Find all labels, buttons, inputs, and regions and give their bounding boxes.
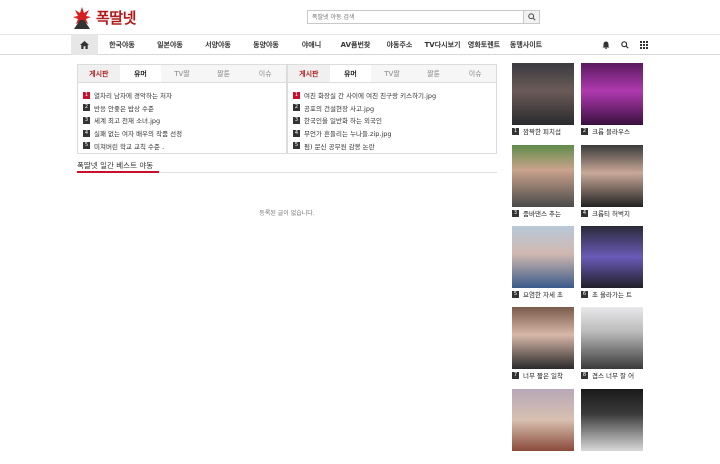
tab-issue[interactable]: 이슈 xyxy=(454,65,496,82)
search-input[interactable] xyxy=(307,10,523,24)
thumbnail-image xyxy=(512,63,574,125)
tab-issue[interactable]: 이슈 xyxy=(244,65,286,82)
thumbnail-card[interactable]: 1 깜짝한 피치섭 xyxy=(512,63,574,138)
rank-badge: 3 xyxy=(83,116,90,124)
list-item[interactable]: 4 무언가 흔들리는 누나들.zip.jpg xyxy=(293,127,491,140)
rank-badge: 5 xyxy=(83,142,90,150)
search-icon[interactable] xyxy=(621,41,629,49)
search-bar xyxy=(307,10,540,24)
nav-item-anime[interactable]: 야애니 xyxy=(290,35,333,55)
volcano-logo-icon xyxy=(72,5,92,29)
title-underline xyxy=(77,171,159,173)
tab-board-label[interactable]: 게시판 xyxy=(288,65,330,82)
thumbnail-card[interactable]: 2 크롭 블라우스 xyxy=(581,63,643,138)
thumbnail-image xyxy=(512,226,574,288)
nav-item-address[interactable]: 야동주소 xyxy=(378,35,421,55)
list-item[interactable]: 1 열차리 남자에 경악하는 처자 xyxy=(83,89,281,102)
list-item[interactable]: 2 공포의 건설현장 사고.jpg xyxy=(293,102,491,115)
list-item[interactable]: 5 펌) 문신 공무원 감봉 논란 xyxy=(293,139,491,152)
nav-item-japanese[interactable]: 일본야동 xyxy=(146,35,194,55)
thumbnail-card[interactable]: 8 겹스 너무 잘 어 xyxy=(581,307,643,382)
tab-board-label[interactable]: 게시판 xyxy=(78,65,120,82)
thumbnail-image xyxy=(581,389,643,451)
rank-badge: 2 xyxy=(83,104,90,112)
empty-message: 등록된 글이 없습니다. xyxy=(259,210,315,217)
tab-tv[interactable]: TV짤 xyxy=(161,65,203,82)
tab-toon[interactable]: 짤툰 xyxy=(203,65,245,82)
board-tabbox-right: 게시판 유머 TV짤 짤툰 이슈 1 여친 화장실 간 사이에 여친 친구랑 키스… xyxy=(287,64,497,154)
rank-badge: 4 xyxy=(293,129,300,137)
thumbnail-image xyxy=(512,145,574,207)
nav-menu: 한국야동 일본야동 서양야동 동양야동 야애니 AV품번찾 야동주소 TV다시보… xyxy=(98,35,548,55)
thumbnail-card[interactable]: 4 크롭티 허벅지 xyxy=(581,145,643,220)
nav-item-korean[interactable]: 한국야동 xyxy=(98,35,146,55)
nav-item-torrent[interactable]: 영화토렌트 xyxy=(464,35,504,55)
list-item[interactable]: 1 여친 화장실 간 사이에 여친 친구랑 키스하기.jpg xyxy=(293,89,491,102)
rank-badge: 2 xyxy=(293,104,300,112)
tab-bar: 게시판 유머 TV짤 짤툰 이슈 xyxy=(78,65,286,83)
home-button[interactable] xyxy=(71,35,98,55)
site-logo[interactable]: 폭딸넷 xyxy=(72,4,136,30)
nav-item-av-search[interactable]: AV품번찾 xyxy=(333,35,378,55)
thumbnail-image xyxy=(512,389,574,451)
home-icon xyxy=(80,41,89,49)
list-item[interactable]: 3 한국인을 일반화 하는 외국인 xyxy=(293,114,491,127)
list-item[interactable]: 5 미쳐버린 학교 교칙 수준 . xyxy=(83,139,281,152)
search-icon xyxy=(527,13,536,21)
nav-item-tv[interactable]: TV다시보기 xyxy=(421,35,464,55)
nav-tools xyxy=(602,35,648,55)
tab-toon[interactable]: 짤툰 xyxy=(413,65,455,82)
nav-item-partners[interactable]: 동맹사이트 xyxy=(504,35,548,55)
thumbnail-image xyxy=(581,145,643,207)
thumbnail-card[interactable]: 3 줌바댄스 추는 xyxy=(512,145,574,220)
thumbnail-image xyxy=(581,226,643,288)
list-item[interactable]: 3 세계 최고 천재 소녀.jpg xyxy=(83,114,281,127)
rank-badge: 3 xyxy=(293,116,300,124)
logo-text: 폭딸넷 xyxy=(96,8,136,27)
best-section-title: 폭딸넷 일간 베스트 야동 xyxy=(77,161,154,170)
tab-humor[interactable]: 유머 xyxy=(119,65,162,82)
search-button[interactable] xyxy=(523,10,540,24)
main-nav: 한국야동 일본야동 서양야동 동양야동 야애니 AV품번찾 야동주소 TV다시보… xyxy=(0,34,720,55)
grid-menu-icon[interactable] xyxy=(640,41,648,49)
rank-badge: 1 xyxy=(83,91,90,99)
thumbnail-card[interactable]: 5 요염한 자세 초 xyxy=(512,226,574,301)
rank-badge: 5 xyxy=(293,142,300,150)
thumbnail-image xyxy=(581,63,643,125)
board-tabbox-left: 게시판 유머 TV짤 짤툰 이슈 1 열차리 남자에 경악하는 처자 2 반응 안좋… xyxy=(77,64,287,154)
thumbnail-card[interactable]: 7 너무 짧은 일착 xyxy=(512,307,574,382)
nav-item-asian[interactable]: 동양야동 xyxy=(242,35,290,55)
post-list: 1 열차리 남자에 경악하는 처자 2 반응 안좋은 밥상 수준 3 세계 최고 천재… xyxy=(78,83,286,152)
thumbnail-image xyxy=(581,307,643,369)
list-item[interactable]: 4 실패 없는 여자 배우의 작품 선정 xyxy=(83,127,281,140)
thumbnail-card[interactable] xyxy=(581,389,643,464)
thumbnail-card[interactable] xyxy=(512,389,574,464)
post-list: 1 여친 화장실 간 사이에 여친 친구랑 키스하기.jpg 2 공포의 건설현장 … xyxy=(288,83,496,152)
bell-icon[interactable] xyxy=(602,41,610,49)
header: 폭딸넷 xyxy=(0,0,720,34)
thumbnail-card[interactable]: 6초 올라가는 트 xyxy=(581,226,643,301)
list-item[interactable]: 2 반응 안좋은 밥상 수준 xyxy=(83,102,281,115)
nav-item-western[interactable]: 서양야동 xyxy=(194,35,242,55)
tab-bar: 게시판 유머 TV짤 짤툰 이슈 xyxy=(288,65,496,83)
tab-tv[interactable]: TV짤 xyxy=(371,65,413,82)
rank-badge: 4 xyxy=(83,129,90,137)
rank-badge: 1 xyxy=(293,91,300,99)
thumbnail-image xyxy=(512,307,574,369)
tab-humor[interactable]: 유머 xyxy=(329,65,372,82)
